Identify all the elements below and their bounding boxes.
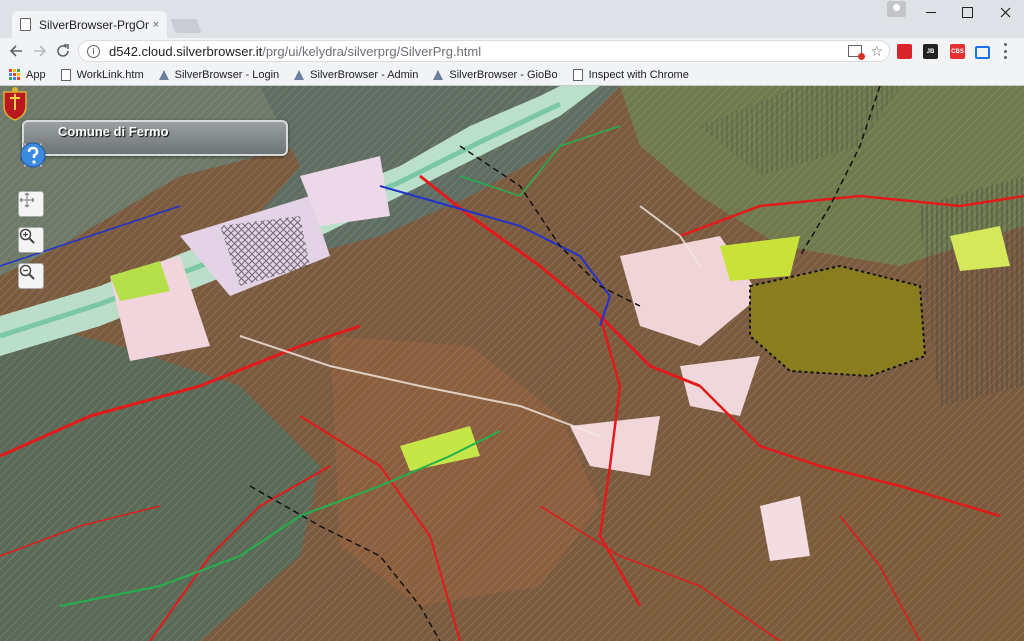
document-icon: [20, 18, 31, 31]
pan-button[interactable]: [18, 191, 44, 217]
bookmark-admin[interactable]: SilverBrowser - Admin: [294, 69, 418, 81]
bookmark-apps[interactable]: App: [9, 69, 46, 81]
extension-screen-icon[interactable]: [975, 46, 990, 59]
zoom-out-button[interactable]: [18, 263, 44, 289]
close-tab-icon[interactable]: ×: [153, 19, 159, 31]
bookmark-label: SilverBrowser - Admin: [310, 68, 419, 81]
url-host: d542.cloud.silverbrowser.it: [109, 43, 263, 59]
close-window-button[interactable]: [988, 0, 1022, 24]
bookmark-label: Inspect with Chrome: [588, 68, 689, 81]
bookmark-worklink[interactable]: WorkLink.htm: [60, 68, 144, 81]
close-icon: [1000, 7, 1010, 17]
bookmark-star-icon[interactable]: ☆: [870, 44, 883, 58]
back-button[interactable]: [4, 38, 28, 64]
help-icon[interactable]: [18, 140, 48, 170]
address-bar[interactable]: i d542.cloud.silverbrowser.it/prg/ui/kel…: [78, 40, 890, 62]
bookmark-giobo[interactable]: SilverBrowser - GioBo: [433, 68, 558, 81]
map-canvas[interactable]: [0, 86, 1024, 641]
popup-blocked-icon[interactable]: [848, 45, 866, 60]
new-tab-button[interactable]: [170, 19, 202, 33]
arrow-right-icon: [34, 45, 47, 57]
page-icon: [572, 68, 583, 81]
minimize-button[interactable]: [914, 0, 948, 24]
bookmark-login[interactable]: SilverBrowser - Login: [158, 68, 280, 81]
page-icon: [60, 68, 71, 81]
extension-jb-icon[interactable]: JB: [923, 44, 938, 59]
pan-icon: [19, 192, 35, 208]
extension-red-icon[interactable]: [897, 44, 912, 59]
site-info-icon[interactable]: i: [87, 44, 100, 58]
flask-icon: [158, 69, 169, 80]
zoom-in-button[interactable]: [18, 227, 44, 253]
bookmark-label: SilverBrowser - Login: [174, 68, 280, 81]
apps-icon: [9, 69, 20, 80]
browser-tab[interactable]: SilverBrowser-PrgOnLine ×: [12, 11, 167, 38]
bookmark-label: App: [26, 68, 46, 81]
arrow-left-icon: [9, 45, 22, 57]
extension-cbs-icon[interactable]: CBS: [950, 44, 965, 59]
coat-of-arms-icon: [3, 87, 27, 121]
flask-icon: [294, 69, 305, 80]
profile-icon[interactable]: [887, 1, 906, 17]
zoom-in-icon: [19, 228, 35, 244]
browser-menu-icon[interactable]: [1004, 43, 1008, 59]
zoom-out-icon: [19, 264, 35, 280]
tab-title: SilverBrowser-PrgOnLine: [39, 17, 149, 32]
reload-icon: [57, 44, 69, 57]
map-viewport[interactable]: Comune di Fermo: [0, 86, 1024, 641]
reload-button[interactable]: [51, 38, 75, 64]
bookmark-label: WorkLink.htm: [76, 68, 144, 81]
title-bar: SilverBrowser-PrgOnLine ×: [0, 0, 1024, 38]
url-path: /prg/ui/kelydra/silverprg/SilverPrg.html: [262, 43, 482, 59]
bookmark-label: SilverBrowser - GioBo: [449, 68, 558, 81]
forward-button[interactable]: [28, 38, 52, 64]
bookmark-inspect[interactable]: Inspect with Chrome: [572, 68, 689, 81]
browser-toolbar: i d542.cloud.silverbrowser.it/prg/ui/kel…: [0, 38, 1024, 64]
maximize-button[interactable]: [950, 0, 984, 24]
bookmarks-bar: App WorkLink.htm SilverBrowser - Login S…: [0, 64, 1024, 86]
municipality-title: Comune di Fermo: [58, 124, 169, 139]
flask-icon: [433, 69, 444, 80]
